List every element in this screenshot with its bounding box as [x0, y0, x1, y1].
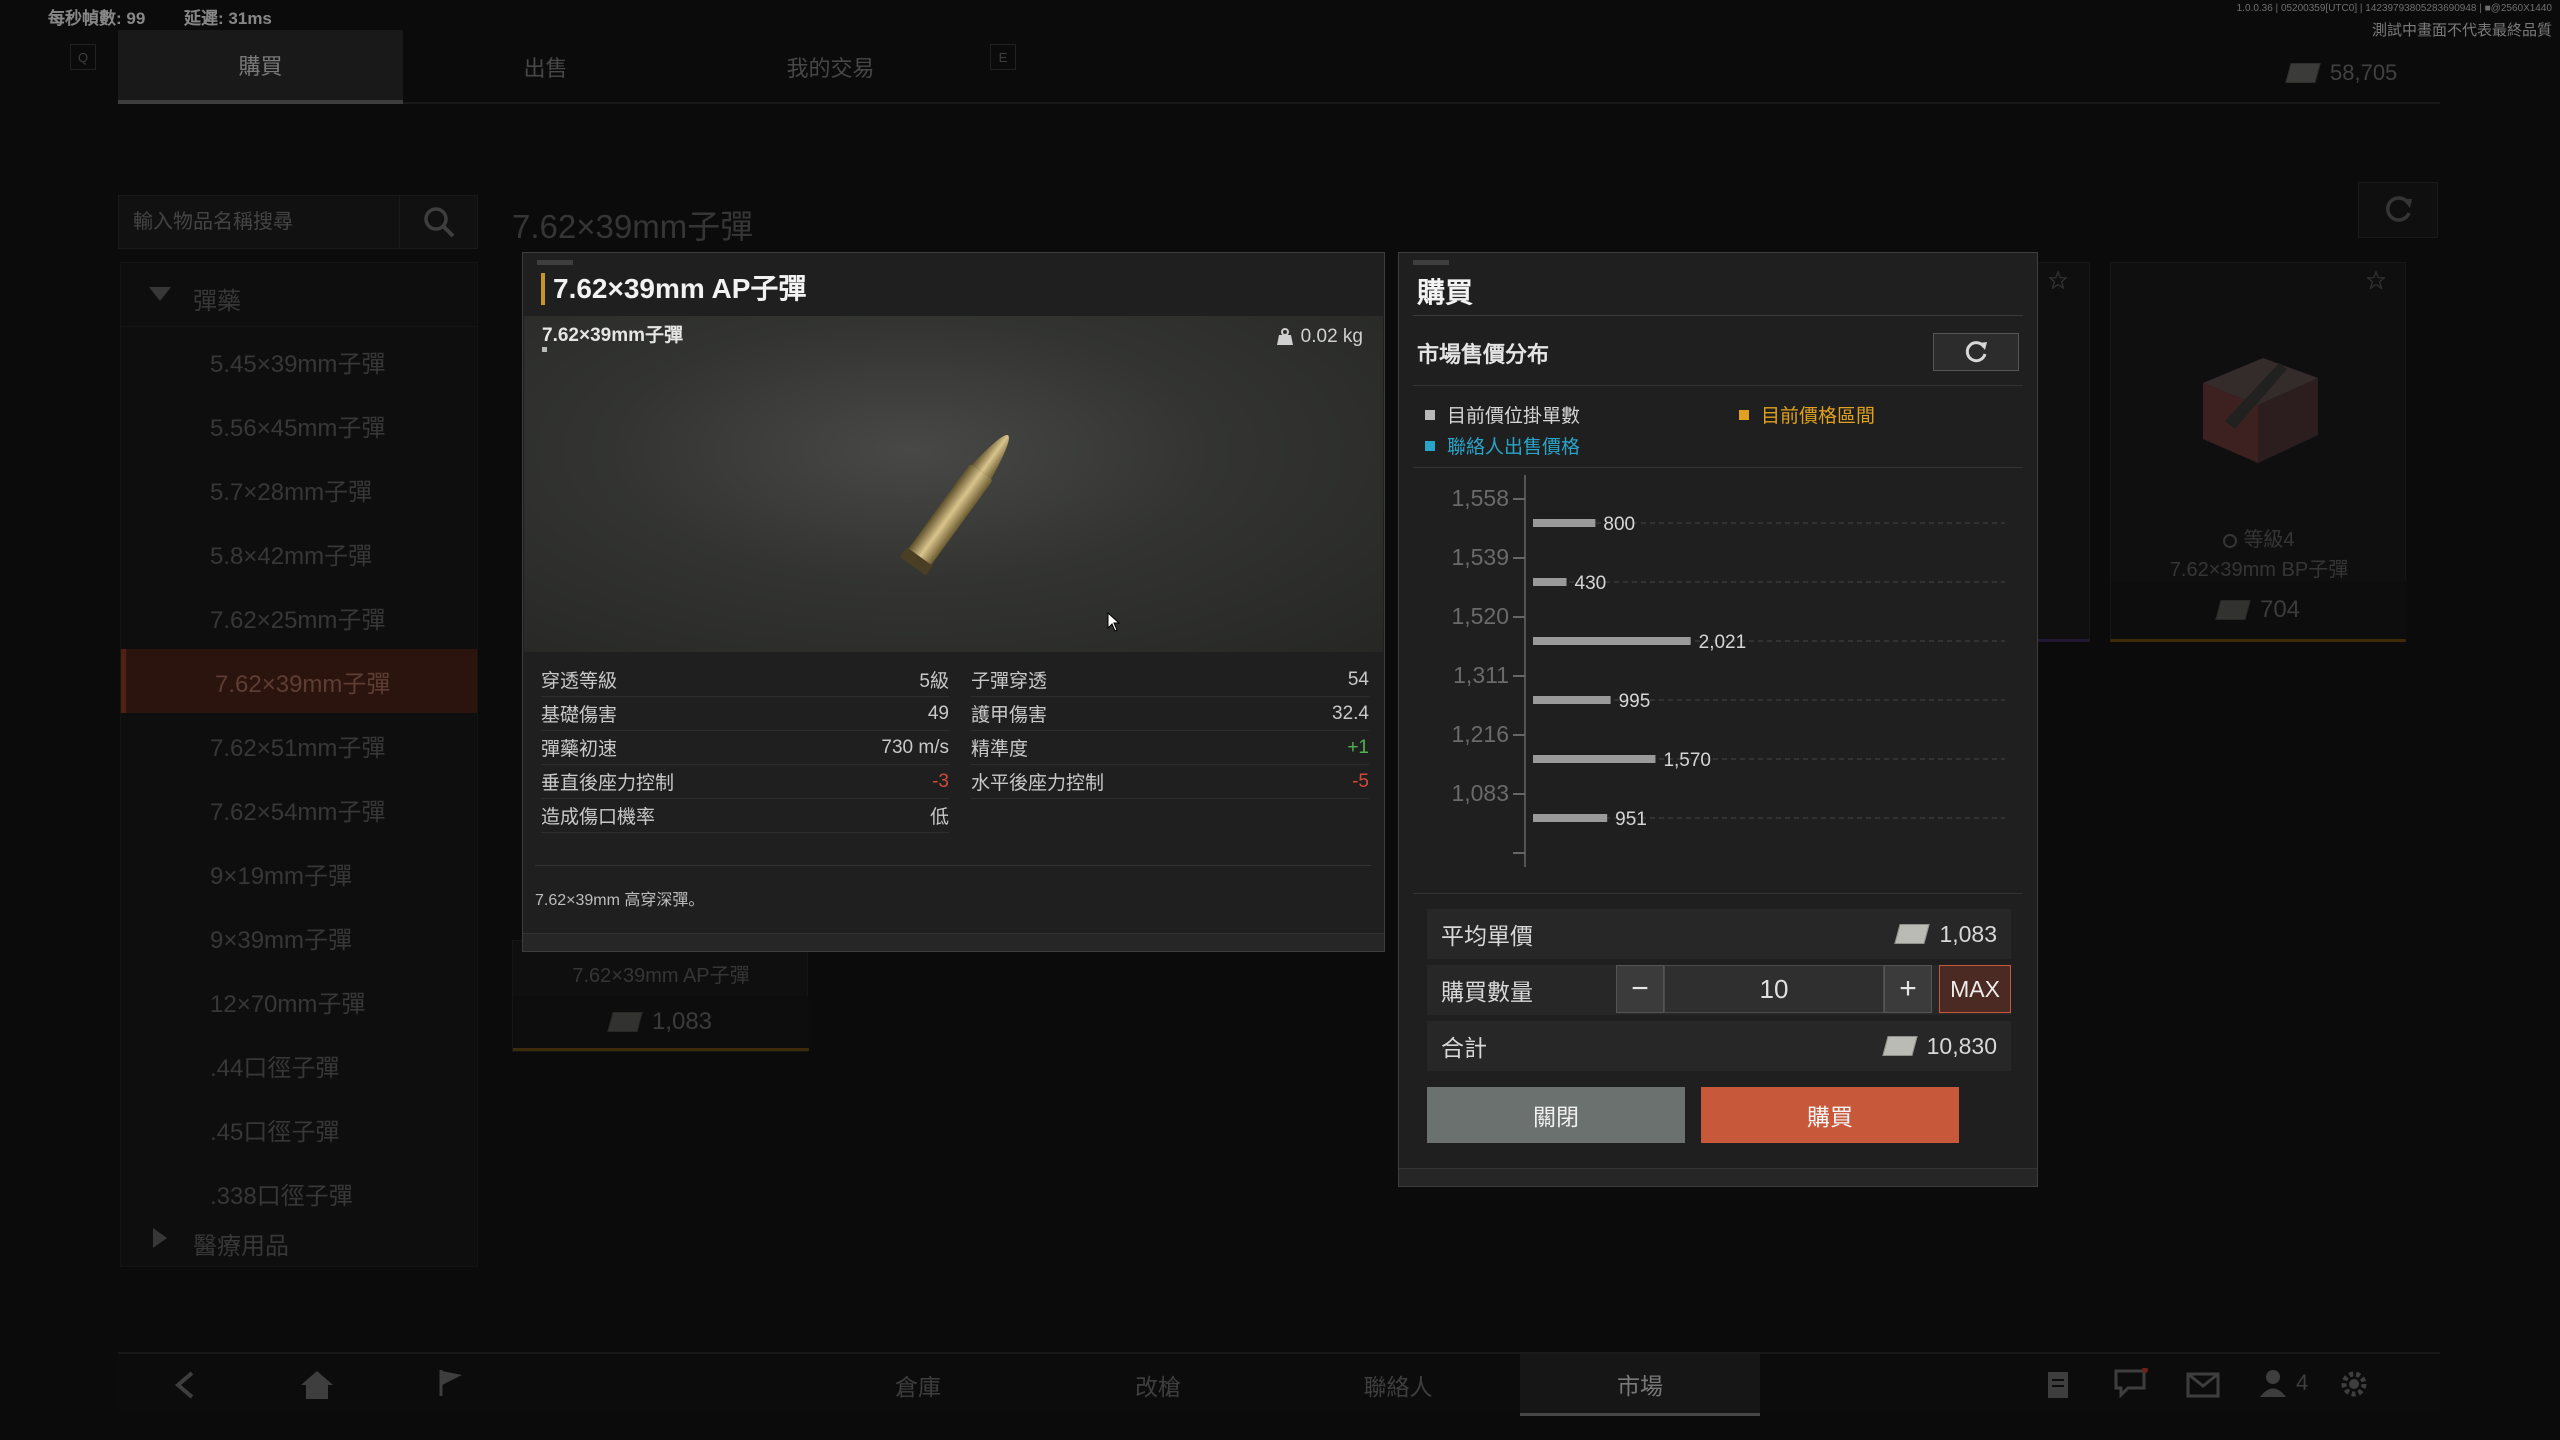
- stat-label: 垂直後座力控制: [541, 773, 675, 794]
- refresh-icon: [1965, 341, 1987, 363]
- quantity-increase-button[interactable]: +: [1884, 965, 1932, 1013]
- item-weight: 0.02 kg: [1276, 326, 1363, 348]
- stat-value: 730 m/s: [881, 736, 949, 758]
- legend-swatch-contact-price: [1425, 440, 1435, 451]
- chart-bar: [1533, 755, 1656, 763]
- stat-wound-chance: 造成傷口機率 低: [541, 799, 949, 833]
- stat-label: 造成傷口機率: [541, 807, 656, 828]
- bullet-image: [900, 435, 1009, 575]
- divider: [1413, 315, 2023, 316]
- chart-bar: [1533, 696, 1611, 704]
- refresh-market-button[interactable]: [1933, 333, 2019, 371]
- legend-listings-label: 目前價位掛單數: [1447, 406, 1581, 427]
- legend-current-range: 目前價格區間: [1739, 401, 1875, 428]
- quantity-max-button[interactable]: MAX: [1939, 965, 2011, 1013]
- quantity-decrease-button[interactable]: −: [1616, 965, 1664, 1013]
- average-price-value-wrap: 1,083: [1894, 920, 1997, 948]
- chart-tick-label: 1,216: [1451, 721, 1509, 747]
- stat-armor-damage: 護甲傷害 32.4: [971, 697, 1369, 731]
- chart-bar: [1533, 519, 1596, 527]
- item-image-area: 7.62×39mm子彈 0.02 kg: [524, 316, 1383, 652]
- panel-footer: [1399, 1168, 2037, 1186]
- chart-tick-label: 1,558: [1451, 485, 1509, 511]
- stat-value: -5: [1352, 770, 1369, 792]
- total-label: 合計: [1441, 1035, 1487, 1061]
- legend-current-range-label: 目前價格區間: [1761, 406, 1876, 427]
- legend-contact-price: 聯絡人出售價格: [1425, 432, 1580, 459]
- marker-dot: [542, 347, 547, 352]
- average-price-label: 平均單價: [1441, 923, 1533, 949]
- quantity-input[interactable]: [1664, 965, 1884, 1013]
- stat-value: -3: [932, 770, 949, 792]
- item-description: 7.62×39mm 高穿深彈。: [535, 892, 705, 909]
- stat-value: 54: [1347, 668, 1369, 690]
- stat-label: 穿透等級: [541, 671, 618, 692]
- item-weight-value: 0.02 kg: [1300, 326, 1363, 347]
- total-row: 合計 10,830: [1427, 1021, 2011, 1071]
- buy-panel-title: 購買: [1417, 277, 1474, 308]
- legend-contact-price-label: 聯絡人出售價格: [1447, 437, 1581, 458]
- close-button[interactable]: 關閉: [1427, 1087, 1685, 1143]
- average-price-value: 1,083: [1939, 920, 1997, 947]
- legend-swatch-listings: [1425, 409, 1435, 420]
- stat-label: 子彈穿透: [971, 671, 1048, 692]
- total-value-wrap: 10,830: [1881, 1032, 1997, 1060]
- chart-data-label: 995: [1619, 691, 1651, 712]
- panel-tag: [1413, 260, 1449, 265]
- stat-base-damage: 基礎傷害 49: [541, 697, 949, 731]
- chart-data-label: 430: [1575, 573, 1607, 594]
- chart-data-label: 1,570: [1663, 750, 1711, 771]
- chart-bar: [1533, 814, 1608, 822]
- quantity-label: 購買數量: [1441, 979, 1533, 1005]
- stat-accuracy: 精準度 +1: [971, 731, 1369, 765]
- stat-value: 低: [929, 807, 949, 828]
- chart-data-label: 2,021: [1699, 632, 1747, 653]
- divider: [1413, 893, 2023, 894]
- legend-listings: 目前價位掛單數: [1425, 401, 1580, 428]
- chart-bar: [1533, 578, 1567, 586]
- chart-tick-label: 1,311: [1453, 662, 1509, 688]
- item-category-label: 7.62×39mm子彈: [542, 325, 683, 346]
- divider: [1413, 467, 2023, 468]
- stat-horizontal-recoil: 水平後座力控制 -5: [971, 765, 1369, 799]
- item-detail-title: 7.62×39mm AP子彈: [541, 273, 806, 305]
- currency-icon: [1894, 924, 1931, 944]
- total-value: 10,830: [1926, 1032, 1997, 1059]
- buy-panel: 購買 市場售價分布 目前價位掛單數 目前價格區間 聯絡人出售價格 1,558 80…: [1398, 252, 2038, 1187]
- currency-icon: [1881, 1036, 1918, 1056]
- stat-label: 護甲傷害: [971, 705, 1048, 726]
- chart-tick-label: 1,539: [1451, 544, 1509, 570]
- stat-penetration-level: 穿透等級 5級: [541, 663, 949, 697]
- market-distribution-heading: 市場售價分布: [1417, 342, 1550, 367]
- chart-tick-label: 1,083: [1451, 780, 1509, 806]
- item-detail-panel: 7.62×39mm AP子彈 7.62×39mm子彈 0.02 kg 穿透等級 …: [522, 252, 1385, 952]
- panel-tag: [537, 260, 573, 265]
- chart-bar: [1533, 637, 1691, 645]
- stat-vertical-recoil: 垂直後座力控制 -3: [541, 765, 949, 799]
- confirm-buy-button[interactable]: 購買: [1701, 1087, 1959, 1143]
- stat-label: 彈藥初速: [541, 739, 618, 760]
- legend-swatch-current-range: [1739, 409, 1749, 420]
- stat-label: 基礎傷害: [541, 705, 618, 726]
- stat-label: 精準度: [971, 739, 1029, 760]
- chart-data-label: 800: [1603, 514, 1635, 535]
- chart-tick-label: 1,520: [1451, 603, 1509, 629]
- panel-footer: [523, 933, 1384, 951]
- divider: [1413, 385, 2023, 386]
- stat-muzzle-velocity: 彈藥初速 730 m/s: [541, 731, 949, 765]
- weight-icon: [1276, 328, 1293, 345]
- average-price-row: 平均單價 1,083: [1427, 909, 2011, 959]
- mouse-cursor-icon: [1107, 612, 1121, 632]
- stat-bullet-penetration: 子彈穿透 54: [971, 663, 1369, 697]
- chart-data-label: 951: [1615, 809, 1647, 830]
- stat-value: 32.4: [1332, 702, 1369, 724]
- divider: [535, 865, 1371, 866]
- price-distribution-chart: 1,558 800 1,539 430 1,520 2,021 1,311 995 1,216 1…: [1451, 475, 2005, 867]
- stat-value: +1: [1347, 736, 1369, 758]
- stat-label: 水平後座力控制: [971, 773, 1105, 794]
- stat-value: 5級: [919, 671, 949, 692]
- stat-value: 49: [927, 702, 949, 724]
